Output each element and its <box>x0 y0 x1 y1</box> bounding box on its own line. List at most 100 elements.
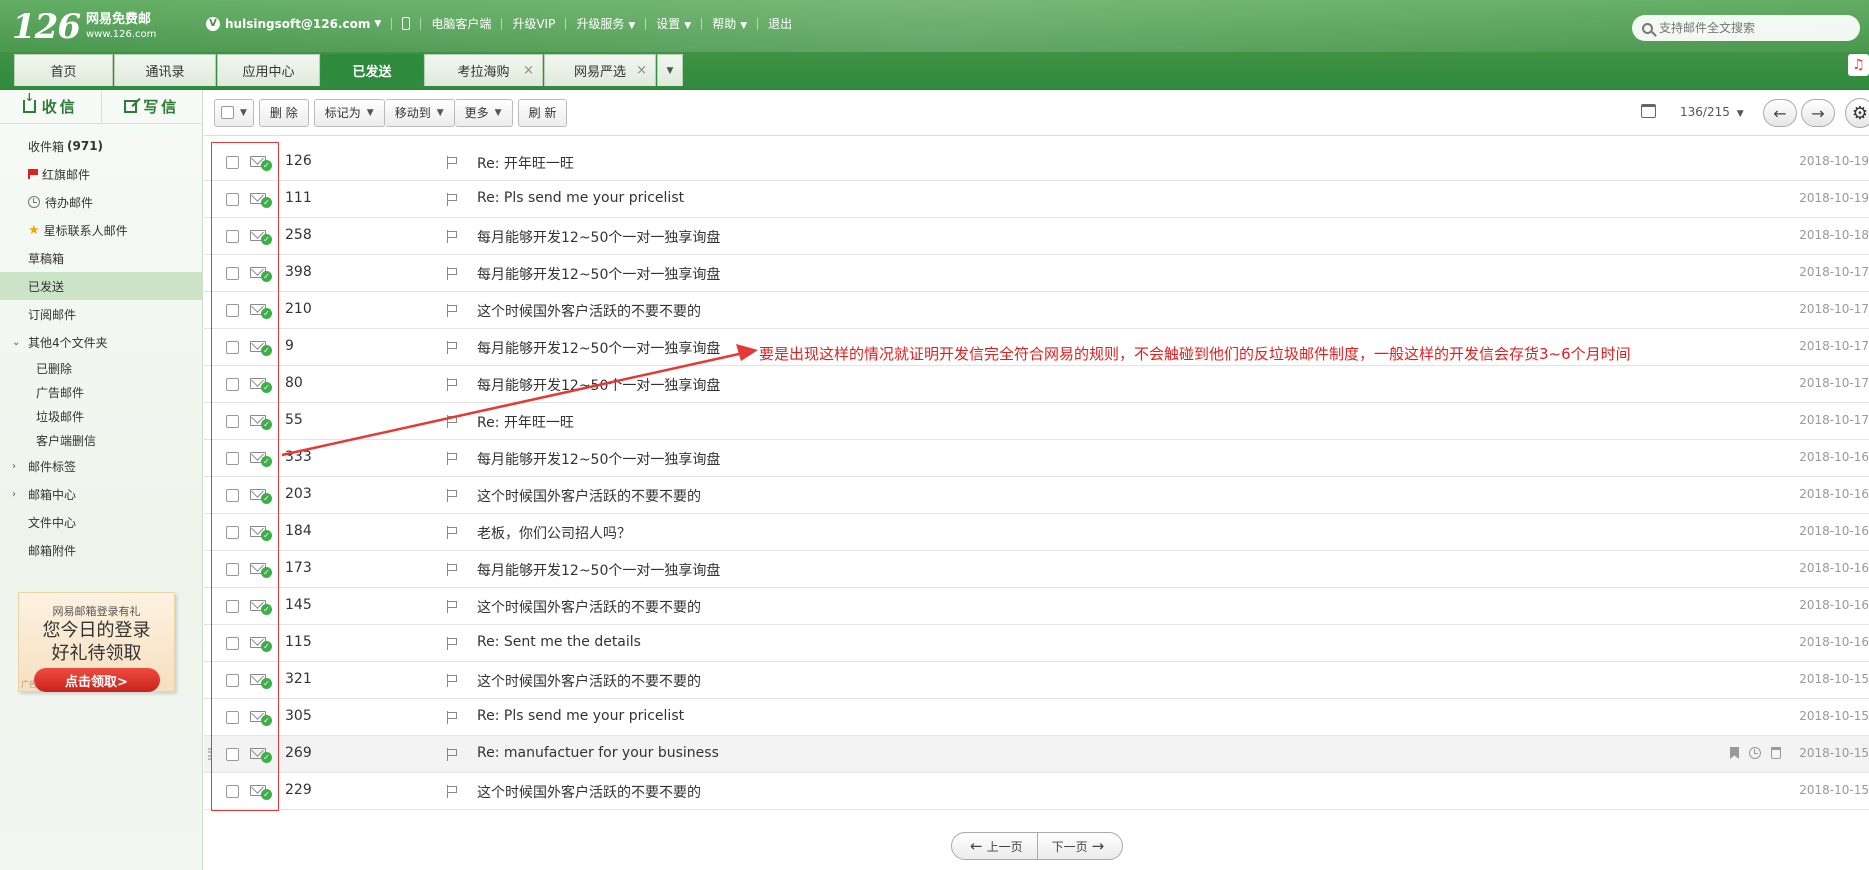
flag-icon[interactable] <box>447 711 458 724</box>
clock-icon[interactable] <box>1749 747 1761 759</box>
flag-icon[interactable] <box>447 267 458 280</box>
close-icon[interactable]: × <box>523 63 534 78</box>
row-checkbox[interactable] <box>226 785 239 798</box>
prev-page-button[interactable]: ← <box>1763 99 1797 127</box>
receive-button[interactable]: 收信 <box>0 90 101 123</box>
row-checkbox[interactable] <box>226 304 239 317</box>
folder-client-deleted[interactable]: 客户端删信 <box>0 428 202 452</box>
nav-logout[interactable]: 退出 <box>768 15 792 32</box>
next-page-button[interactable]: → <box>1801 99 1835 127</box>
folder-file-center[interactable]: 文件中心 <box>0 508 202 536</box>
tab-yanxuan[interactable]: 网易严选 × <box>544 54 656 86</box>
email-subject[interactable]: Re: Sent me the details <box>477 634 641 650</box>
flag-icon[interactable] <box>447 156 458 169</box>
prev-page-link[interactable]: ← 上一页 <box>952 833 1037 859</box>
flag-icon[interactable] <box>447 563 458 576</box>
row-checkbox[interactable] <box>226 526 239 539</box>
more-button[interactable]: 更多 ▼ <box>454 98 513 127</box>
tab-kaola[interactable]: 考拉海购 × <box>424 54 543 86</box>
email-row[interactable]: 269 Re: manufactuer for your business 2018… <box>204 736 1869 773</box>
row-checkbox[interactable] <box>226 563 239 576</box>
compose-button[interactable]: 写信 <box>100 90 203 123</box>
row-checkbox[interactable] <box>226 415 239 428</box>
flag-icon[interactable] <box>447 785 458 798</box>
nav-help[interactable]: 帮助 ▼ <box>712 15 747 32</box>
trash-icon[interactable] <box>1771 747 1781 759</box>
email-row[interactable]: 333 每月能够开发12~50个一对一独享询盘 2018-10-16 <box>204 440 1869 477</box>
row-checkbox[interactable] <box>226 378 239 391</box>
email-row[interactable]: 145 这个时候国外客户活跃的不要不要的 2018-10-16 <box>204 588 1869 625</box>
email-subject[interactable]: 这个时候国外客户活跃的不要不要的 <box>477 301 701 321</box>
email-row[interactable]: 80 每月能够开发12~50个一对一独享询盘 2018-10-17 <box>204 366 1869 403</box>
email-row[interactable]: 398 每月能够开发12~50个一对一独享询盘 2018-10-17 <box>204 255 1869 292</box>
row-checkbox[interactable] <box>226 341 239 354</box>
row-checkbox[interactable] <box>226 267 239 280</box>
folder-inbox[interactable]: 收件箱 (971) <box>0 132 202 160</box>
phone-icon[interactable] <box>402 17 411 30</box>
refresh-button[interactable]: 刷 新 <box>517 98 568 127</box>
email-subject[interactable]: 老板，你们公司招人吗？ <box>477 523 631 543</box>
flag-icon[interactable] <box>447 637 458 650</box>
row-checkbox[interactable] <box>226 489 239 502</box>
folder-tags[interactable]: › 邮件标签 <box>0 452 202 480</box>
email-subject[interactable]: 这个时候国外客户活跃的不要不要的 <box>477 486 701 506</box>
email-row[interactable]: 210 这个时候国外客户活跃的不要不要的 2018-10-17 <box>204 292 1869 329</box>
email-subject[interactable]: 每月能够开发12~50个一对一独享询盘 <box>477 560 720 580</box>
email-row[interactable]: 258 每月能够开发12~50个一对一独享询盘 2018-10-18 <box>204 218 1869 255</box>
email-subject[interactable]: Re: Pls send me your pricelist <box>477 190 684 206</box>
folder-ads[interactable]: 广告邮件 <box>0 380 202 404</box>
email-subject[interactable]: Re: Pls send me your pricelist <box>477 708 684 724</box>
search-icon[interactable] <box>1642 22 1653 34</box>
email-row[interactable]: 321 这个时候国外客户活跃的不要不要的 2018-10-15 <box>204 662 1869 699</box>
folder-drafts[interactable]: 草稿箱 <box>0 244 202 272</box>
folder-flagged[interactable]: 红旗邮件 <box>0 160 202 188</box>
gear-icon[interactable]: ⚙ <box>1845 98 1869 128</box>
folder-deleted[interactable]: 已删除 <box>0 356 202 380</box>
music-icon[interactable]: ♫ <box>1848 54 1869 76</box>
email-subject[interactable]: 这个时候国外客户活跃的不要不要的 <box>477 671 701 691</box>
email-subject[interactable]: Re: 开年旺一旺 <box>477 153 574 173</box>
email-subject[interactable]: 每月能够开发12~50个一对一独享询盘 <box>477 449 720 469</box>
nav-settings[interactable]: 设置 ▼ <box>656 15 691 32</box>
email-row[interactable]: 111 Re: Pls send me your pricelist 2018-10… <box>204 181 1869 218</box>
email-row[interactable]: 173 每月能够开发12~50个一对一独享询盘 2018-10-16 <box>204 551 1869 588</box>
email-row[interactable]: 126 Re: 开年旺一旺 2018-10-19 <box>204 144 1869 181</box>
login-gift-ad[interactable]: 网易邮箱登录有礼 您今日的登录 好礼待领取 点击领取> 广告 <box>18 592 175 692</box>
tab-sent[interactable]: 已发送 <box>321 54 423 86</box>
email-subject[interactable]: 这个时候国外客户活跃的不要不要的 <box>477 597 701 617</box>
folder-todo[interactable]: 待办邮件 <box>0 188 202 216</box>
email-row[interactable]: 184 老板，你们公司招人吗？ 2018-10-16 <box>204 514 1869 551</box>
row-checkbox[interactable] <box>226 674 239 687</box>
folder-spam[interactable]: 垃圾邮件 <box>0 404 202 428</box>
flag-icon[interactable] <box>447 489 458 502</box>
bookmark-icon[interactable] <box>1730 747 1739 759</box>
flag-icon[interactable] <box>447 600 458 613</box>
row-checkbox[interactable] <box>226 748 239 761</box>
flag-icon[interactable] <box>447 452 458 465</box>
flag-icon[interactable] <box>447 526 458 539</box>
email-row[interactable]: 229 这个时候国外客户活跃的不要不要的 2018-10-15 <box>204 773 1869 810</box>
email-row[interactable]: 203 这个时候国外客户活跃的不要不要的 2018-10-16 <box>204 477 1869 514</box>
drag-handle[interactable] <box>208 748 212 760</box>
email-row[interactable]: 115 Re: Sent me the details 2018-10-16 <box>204 625 1869 662</box>
account-menu[interactable]: V hulsingsoft@126.com ▼ <box>206 16 381 31</box>
flag-icon[interactable] <box>447 230 458 243</box>
nav-upgrade-service[interactable]: 升级服务 ▼ <box>576 15 635 32</box>
row-checkbox[interactable] <box>226 711 239 724</box>
flag-icon[interactable] <box>447 304 458 317</box>
email-subject[interactable]: 每月能够开发12~50个一对一独享询盘 <box>477 375 720 395</box>
row-checkbox[interactable] <box>226 637 239 650</box>
row-checkbox[interactable] <box>226 600 239 613</box>
row-checkbox[interactable] <box>226 230 239 243</box>
email-row[interactable]: 305 Re: Pls send me your pricelist 2018-10… <box>204 699 1869 736</box>
tab-contacts[interactable]: 通讯录 <box>114 54 216 86</box>
flag-icon[interactable] <box>447 378 458 391</box>
email-subject[interactable]: 每月能够开发12~50个一对一独享询盘 <box>477 338 720 358</box>
logo[interactable]: 126 网易免费邮 www.126.com <box>12 10 156 44</box>
move-to-button[interactable]: 移动到 ▼ <box>384 98 455 127</box>
next-page-link[interactable]: 下一页 → <box>1036 833 1123 859</box>
mark-as-button[interactable]: 标记为 ▼ <box>313 98 385 127</box>
nav-upgrade-vip[interactable]: 升级VIP <box>512 15 555 32</box>
nav-desktop-client[interactable]: 电脑客户端 <box>431 15 491 32</box>
folder-other-group[interactable]: ⌄ 其他4个文件夹 <box>0 328 202 356</box>
